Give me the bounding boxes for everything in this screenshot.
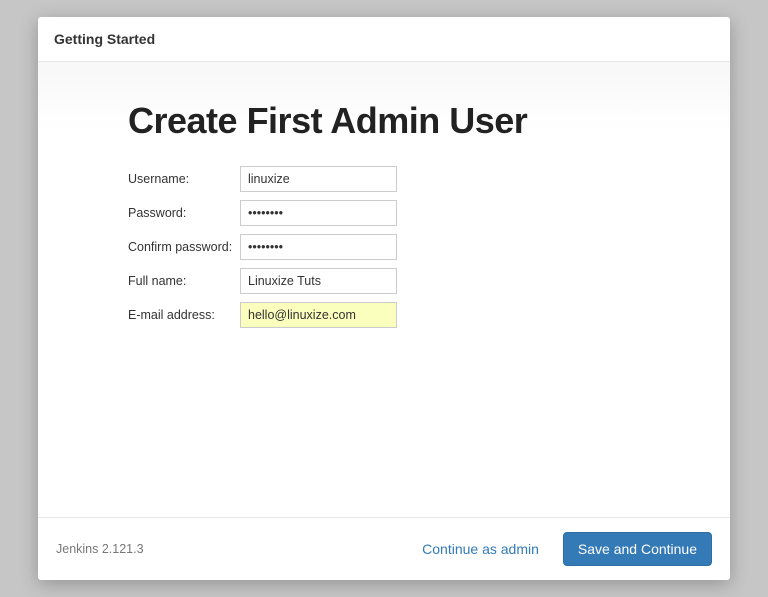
page-title: Create First Admin User — [128, 100, 700, 142]
email-field[interactable] — [240, 302, 397, 328]
setup-wizard-modal: Getting Started Create First Admin User … — [38, 17, 730, 580]
row-full-name: Full name: — [128, 268, 700, 294]
save-and-continue-button[interactable]: Save and Continue — [563, 532, 712, 566]
content-wrapper: Create First Admin User Username: Passwo… — [38, 62, 730, 356]
continue-as-admin-button[interactable]: Continue as admin — [408, 533, 553, 565]
row-password: Password: — [128, 200, 700, 226]
label-full-name: Full name: — [128, 274, 240, 288]
modal-title: Getting Started — [54, 31, 714, 47]
label-confirm-password: Confirm password: — [128, 240, 240, 254]
label-username: Username: — [128, 172, 240, 186]
label-email: E-mail address: — [128, 308, 240, 322]
version-text: Jenkins 2.121.3 — [56, 542, 398, 556]
username-field[interactable] — [240, 166, 397, 192]
label-password: Password: — [128, 206, 240, 220]
row-email: E-mail address: — [128, 302, 700, 328]
full-name-field[interactable] — [240, 268, 397, 294]
row-username: Username: — [128, 166, 700, 192]
modal-header: Getting Started — [38, 17, 730, 62]
confirm-password-field[interactable] — [240, 234, 397, 260]
password-field[interactable] — [240, 200, 397, 226]
row-confirm-password: Confirm password: — [128, 234, 700, 260]
modal-body: Create First Admin User Username: Passwo… — [38, 62, 730, 517]
modal-footer: Jenkins 2.121.3 Continue as admin Save a… — [38, 517, 730, 580]
